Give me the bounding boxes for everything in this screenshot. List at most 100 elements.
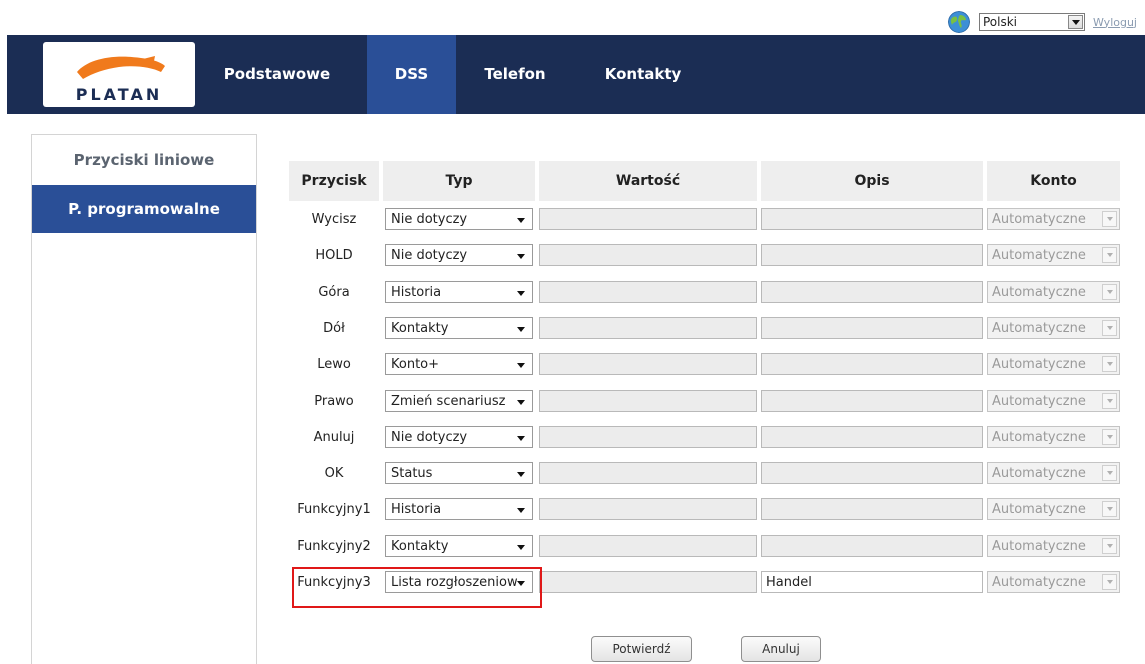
- description-input[interactable]: [761, 426, 983, 448]
- account-select[interactable]: Automatyczne: [987, 462, 1120, 484]
- type-select-value: Historia: [391, 284, 442, 300]
- account-select[interactable]: Automatyczne: [987, 353, 1120, 375]
- tab-dss[interactable]: DSS: [367, 35, 456, 114]
- value-input[interactable]: [539, 353, 757, 375]
- account-select-value: Automatyczne: [992, 465, 1086, 481]
- header-przycisk: Przycisk: [289, 161, 379, 201]
- chevron-down-icon: [1102, 501, 1117, 517]
- account-select-value: Automatyczne: [992, 538, 1086, 554]
- description-input[interactable]: [761, 462, 983, 484]
- value-input[interactable]: [539, 571, 757, 593]
- account-select-value: Automatyczne: [992, 247, 1086, 263]
- chevron-down-icon: [517, 363, 525, 368]
- sidebar: Przyciski liniowe P. programowalne: [31, 134, 257, 664]
- value-input[interactable]: [539, 426, 757, 448]
- type-select[interactable]: Status: [385, 462, 533, 484]
- account-select[interactable]: Automatyczne: [987, 498, 1120, 520]
- account-select-value: Automatyczne: [992, 320, 1086, 336]
- highlight-frame: [292, 567, 542, 608]
- account-select-value: Automatyczne: [992, 284, 1086, 300]
- value-input[interactable]: [539, 317, 757, 339]
- type-select-value: Nie dotyczy: [391, 247, 468, 263]
- value-input[interactable]: [539, 462, 757, 484]
- chevron-down-icon: [517, 472, 525, 477]
- value-input[interactable]: [539, 208, 757, 230]
- type-select[interactable]: Nie dotyczy: [385, 208, 533, 230]
- header: PLATAN Podstawowe DSS Telefon Kontakty: [7, 35, 1145, 114]
- logout-link[interactable]: Wyloguj: [1093, 16, 1137, 29]
- type-select-value: Nie dotyczy: [391, 429, 468, 445]
- row-label: HOLD: [315, 248, 353, 263]
- sidebar-item-p-programowalne[interactable]: P. programowalne: [32, 185, 256, 233]
- type-select-value: Status: [391, 465, 433, 481]
- chevron-down-icon: [517, 254, 525, 259]
- description-input[interactable]: [761, 208, 983, 230]
- account-select[interactable]: Automatyczne: [987, 244, 1120, 266]
- row-label: Dół: [323, 321, 345, 336]
- chevron-down-icon: [1102, 465, 1117, 481]
- chevron-down-icon: [517, 508, 525, 513]
- account-select[interactable]: Automatyczne: [987, 317, 1120, 339]
- row-label: Funkcyjny1: [297, 502, 371, 517]
- value-input[interactable]: [539, 390, 757, 412]
- row-label: Prawo: [314, 394, 354, 409]
- type-select-value: Konto+: [391, 356, 440, 372]
- header-typ: Typ: [383, 161, 535, 201]
- chevron-down-icon: [1102, 538, 1117, 554]
- type-select[interactable]: Historia: [385, 281, 533, 303]
- chevron-down-icon: [517, 291, 525, 296]
- account-select[interactable]: Automatyczne: [987, 535, 1120, 557]
- type-select-value: Kontakty: [391, 320, 449, 336]
- account-select[interactable]: Automatyczne: [987, 390, 1120, 412]
- account-select[interactable]: Automatyczne: [987, 426, 1120, 448]
- description-input[interactable]: [761, 390, 983, 412]
- description-input[interactable]: [761, 317, 983, 339]
- value-input[interactable]: [539, 535, 757, 557]
- description-input[interactable]: [761, 535, 983, 557]
- type-select-value: Kontakty: [391, 538, 449, 554]
- type-select[interactable]: Nie dotyczy: [385, 426, 533, 448]
- type-select[interactable]: Nie dotyczy: [385, 244, 533, 266]
- tab-telefon[interactable]: Telefon: [465, 35, 565, 114]
- description-input[interactable]: [761, 281, 983, 303]
- description-input[interactable]: Handel: [761, 571, 983, 593]
- confirm-button[interactable]: Potwierdź: [591, 636, 692, 662]
- chevron-down-icon: [1102, 284, 1117, 300]
- header-wartosc: Wartość: [539, 161, 757, 201]
- row-label: OK: [324, 466, 344, 481]
- type-select[interactable]: Zmień scenariusz: [385, 390, 533, 412]
- row-label: Góra: [318, 285, 350, 300]
- account-select-value: Automatyczne: [992, 393, 1086, 409]
- tab-kontakty[interactable]: Kontakty: [588, 35, 698, 114]
- chevron-down-icon: [517, 400, 525, 405]
- chevron-down-icon: [1102, 211, 1117, 227]
- description-input[interactable]: [761, 244, 983, 266]
- description-input[interactable]: [761, 498, 983, 520]
- tab-podstawowe[interactable]: Podstawowe: [218, 35, 336, 114]
- cancel-button[interactable]: Anuluj: [741, 636, 821, 662]
- type-select[interactable]: Kontakty: [385, 535, 533, 557]
- chevron-down-icon: [1102, 356, 1117, 372]
- account-select[interactable]: Automatyczne: [987, 571, 1120, 593]
- value-input[interactable]: [539, 281, 757, 303]
- account-select[interactable]: Automatyczne: [987, 208, 1120, 230]
- row-label: Anuluj: [313, 430, 355, 445]
- type-select[interactable]: Historia: [385, 498, 533, 520]
- value-input[interactable]: [539, 498, 757, 520]
- platan-logo[interactable]: PLATAN: [43, 42, 195, 107]
- chevron-down-icon: [1102, 393, 1117, 409]
- sidebar-item-przyciski-liniowe[interactable]: Przyciski liniowe: [32, 135, 256, 185]
- chevron-down-icon: [1102, 247, 1117, 263]
- description-input[interactable]: [761, 353, 983, 375]
- account-select-value: Automatyczne: [992, 574, 1086, 590]
- language-select[interactable]: Polski: [979, 13, 1085, 31]
- account-select-value: Automatyczne: [992, 211, 1086, 227]
- type-select[interactable]: Kontakty: [385, 317, 533, 339]
- account-select-value: Automatyczne: [992, 356, 1086, 372]
- account-select[interactable]: Automatyczne: [987, 281, 1120, 303]
- type-select-value: Historia: [391, 501, 442, 517]
- type-select-value: Nie dotyczy: [391, 211, 468, 227]
- chevron-down-icon[interactable]: [1068, 15, 1083, 29]
- value-input[interactable]: [539, 244, 757, 266]
- type-select[interactable]: Konto+: [385, 353, 533, 375]
